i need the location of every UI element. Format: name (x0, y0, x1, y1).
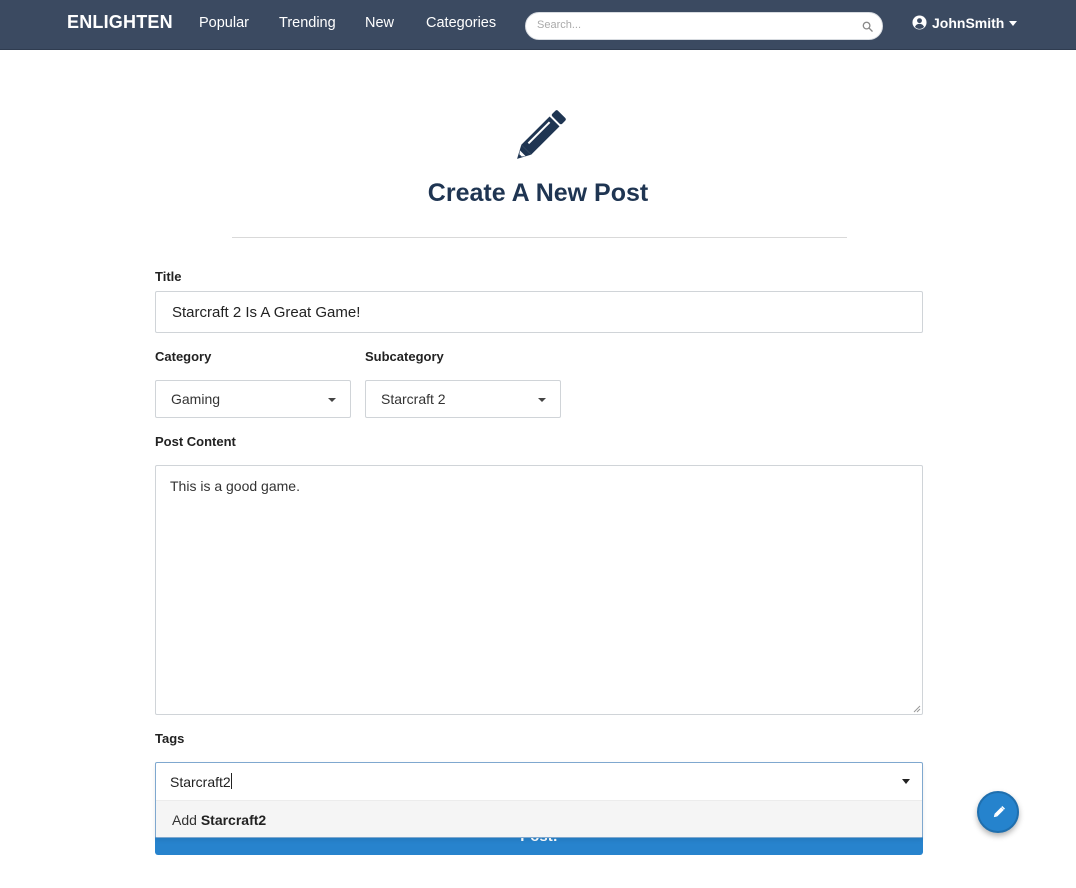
title-input[interactable] (172, 304, 902, 321)
caret-down-icon (328, 398, 336, 402)
add-tag-prefix: Add (172, 812, 197, 828)
category-select[interactable]: Gaming (155, 380, 351, 418)
tags-input[interactable] (170, 774, 870, 790)
pencil-icon (517, 110, 566, 159)
pencil-icon (993, 806, 1005, 818)
add-tag-option[interactable]: Add Starcraft2 (156, 800, 922, 837)
caret-down-icon[interactable] (902, 779, 910, 784)
divider (232, 237, 847, 238)
search-icon[interactable] (862, 21, 873, 32)
brand-logo[interactable]: ENLIGHTEN (67, 12, 173, 33)
caret-down-icon (538, 398, 546, 402)
nav-link-trending[interactable]: Trending (279, 15, 336, 31)
user-name: JohnSmith (932, 15, 1005, 31)
add-tag-option-text: Add Starcraft2 (172, 812, 266, 828)
user-circle-icon (912, 15, 927, 30)
category-value: Gaming (171, 391, 221, 407)
subcategory-label: Subcategory (365, 349, 444, 364)
subcategory-value: Starcraft 2 (381, 391, 446, 407)
title-field (155, 291, 923, 333)
tags-select: Add Starcraft2 (155, 762, 923, 838)
nav-link-new[interactable]: New (365, 15, 394, 31)
navbar: ENLIGHTEN Popular Trending New Categorie… (0, 0, 1076, 50)
add-tag-value: Starcraft2 (200, 812, 267, 828)
chevron-down-icon (1009, 21, 1017, 26)
post-content-textarea[interactable]: This is a good game. (155, 465, 923, 715)
nav-link-categories[interactable]: Categories (426, 15, 496, 31)
resize-grip-icon[interactable] (912, 704, 921, 713)
content-label: Post Content (155, 434, 236, 449)
tags-label: Tags (155, 731, 185, 746)
title-label: Title (155, 269, 182, 284)
category-label: Category (155, 349, 212, 364)
nav-link-popular[interactable]: Popular (199, 15, 249, 31)
new-post-fab[interactable] (977, 791, 1019, 833)
page-title: Create A New Post (427, 179, 649, 207)
search-input[interactable] (537, 19, 857, 31)
subcategory-select[interactable]: Starcraft 2 (365, 380, 561, 418)
text-cursor (231, 773, 232, 789)
search-box (525, 12, 883, 40)
